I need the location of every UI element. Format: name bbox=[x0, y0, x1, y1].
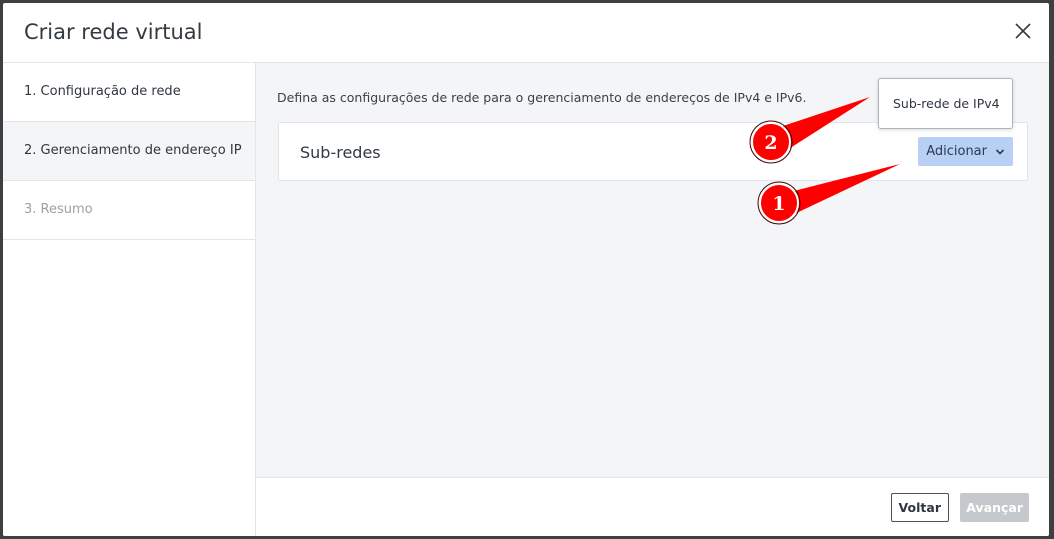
next-button: Avançar bbox=[960, 493, 1029, 522]
wizard-steps: 1. Configuração de rede 2. Gerenciamento… bbox=[3, 63, 256, 536]
dialog-title: Criar rede virtual bbox=[24, 20, 203, 44]
dialog-header: Criar rede virtual bbox=[3, 3, 1049, 63]
step-summary: 3. Resumo bbox=[3, 181, 255, 240]
chevron-down-icon bbox=[995, 148, 1005, 155]
subnets-title: Sub-redes bbox=[300, 143, 381, 162]
step-ip-address-management[interactable]: 2. Gerenciamento de endereço IP bbox=[3, 122, 255, 181]
close-icon bbox=[1015, 23, 1031, 39]
add-dropdown-menu: Sub-rede de IPv4 bbox=[878, 78, 1013, 129]
dialog-footer: Voltar Avançar bbox=[256, 477, 1049, 536]
step-network-configuration[interactable]: 1. Configuração de rede bbox=[3, 63, 255, 122]
close-button[interactable] bbox=[1011, 19, 1035, 43]
subnets-card: Sub-redes Adicionar bbox=[278, 122, 1028, 181]
add-button[interactable]: Adicionar bbox=[918, 137, 1013, 166]
menu-item-ipv4-subnet[interactable]: Sub-rede de IPv4 bbox=[893, 96, 1000, 111]
page-description: Defina as configurações de rede para o g… bbox=[277, 90, 807, 105]
add-button-label: Adicionar bbox=[926, 144, 987, 159]
back-button[interactable]: Voltar bbox=[890, 493, 949, 522]
